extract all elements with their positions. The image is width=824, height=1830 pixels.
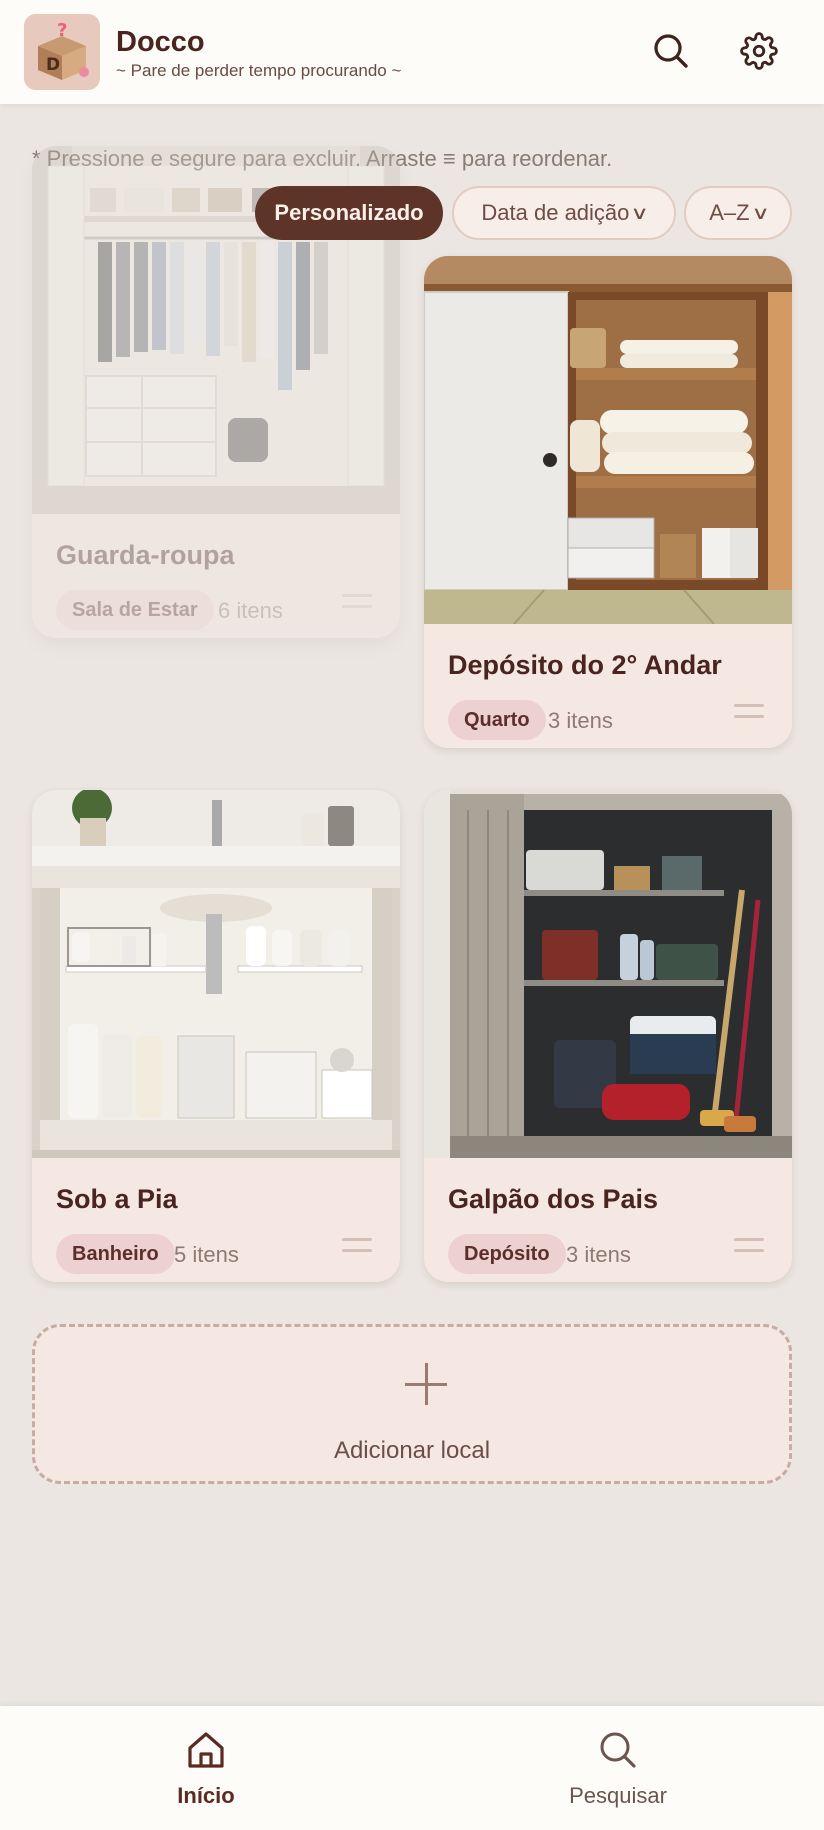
- sort-az-chip[interactable]: A–Z ∨: [684, 186, 792, 240]
- location-tag: Banheiro: [56, 1234, 175, 1274]
- svg-text:D: D: [46, 55, 60, 75]
- location-name: Guarda-roupa: [56, 540, 235, 570]
- bottom-nav: Início Pesquisar: [0, 1706, 824, 1830]
- app-header: D ? Docco ~ Pare de perder tempo procura…: [0, 0, 824, 104]
- drag-handle-icon[interactable]: [342, 594, 372, 616]
- sort-date-label: Data de adição: [481, 200, 630, 225]
- settings-button[interactable]: [736, 28, 782, 74]
- location-photo-closet: [424, 256, 792, 624]
- svg-text:?: ?: [57, 20, 67, 41]
- location-card[interactable]: Depósito do 2° Andar Quarto 3 itens: [424, 256, 792, 748]
- sort-custom-chip[interactable]: Personalizado: [255, 186, 443, 240]
- chevron-down-icon: ∨: [750, 202, 770, 223]
- sort-az-label: A–Z: [709, 200, 750, 225]
- location-name: Depósito do 2° Andar: [448, 650, 722, 680]
- drag-handle-icon[interactable]: [734, 704, 764, 726]
- location-tag: Quarto: [448, 700, 546, 740]
- home-icon: [188, 1732, 224, 1768]
- add-location-button[interactable]: Adicionar local: [32, 1324, 792, 1484]
- nav-item-search[interactable]: Pesquisar: [528, 1728, 708, 1812]
- item-count: 5 itens: [174, 1242, 239, 1267]
- app-title: Docco: [116, 26, 205, 58]
- chevron-down-icon: ∨: [630, 202, 650, 223]
- location-name: Sob a Pia: [56, 1184, 178, 1214]
- search-icon: [654, 34, 688, 68]
- item-count: 3 itens: [548, 708, 613, 733]
- location-photo-sink: [32, 790, 400, 1158]
- nav-label-home: Início: [177, 1783, 235, 1808]
- sort-date-chip[interactable]: Data de adição ∨: [452, 186, 676, 240]
- location-tag: Sala de Estar: [56, 590, 214, 630]
- drag-handle-icon[interactable]: [342, 1238, 372, 1260]
- item-count: 3 itens: [566, 1242, 631, 1267]
- add-location-label: Adicionar local: [333, 1437, 491, 1464]
- app-subtitle: ~ Pare de perder tempo procurando ~: [116, 61, 402, 80]
- location-photo-shed: [424, 790, 792, 1158]
- header-search-button[interactable]: [648, 28, 694, 74]
- drag-handle-icon[interactable]: [734, 1238, 764, 1260]
- nav-label-search: Pesquisar: [569, 1783, 667, 1808]
- app-logo: D ?: [24, 14, 100, 90]
- plus-icon: [405, 1363, 447, 1405]
- location-name: Galpão dos Pais: [448, 1184, 659, 1214]
- gear-icon: [740, 32, 778, 70]
- nav-item-home[interactable]: Início: [116, 1728, 296, 1812]
- search-icon: [600, 1732, 636, 1768]
- item-count: 6 itens: [218, 598, 283, 623]
- sort-custom-label: Personalizado: [274, 200, 424, 225]
- location-card[interactable]: Galpão dos Pais Depósito 3 itens: [424, 790, 792, 1282]
- location-card[interactable]: Sob a Pia Banheiro 5 itens: [32, 790, 400, 1282]
- location-tag: Depósito: [448, 1234, 566, 1274]
